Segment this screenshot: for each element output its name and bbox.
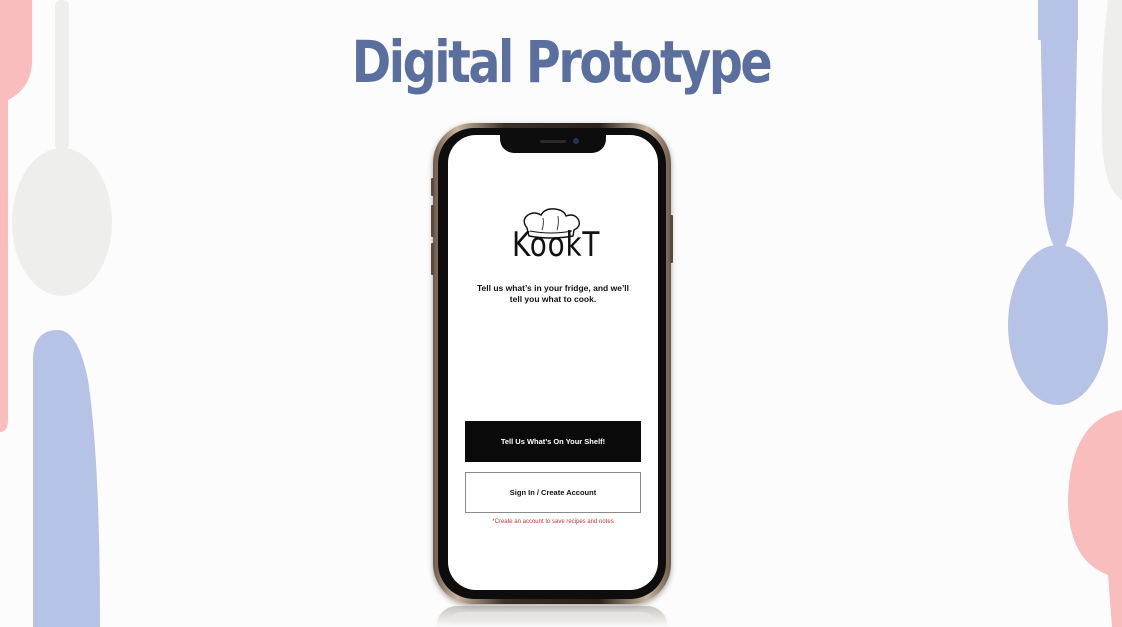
sign-in-button[interactable]: Sign In / Create Account: [465, 472, 641, 513]
volume-button: [431, 243, 434, 275]
spoon-icon: [1068, 410, 1122, 627]
speaker-grille: [540, 140, 566, 143]
tagline-line: Tell us what’s in your fridge, and we’ll: [476, 283, 630, 293]
account-note: *Create an account to save recipes and n…: [492, 519, 614, 525]
shelf-input-button[interactable]: Tell Us What’s On Your Shelf!: [465, 421, 641, 462]
spoon-icon: [1008, 0, 1108, 405]
app-tagline: Tell us what’s in your fridge, and we’ll…: [468, 283, 638, 305]
slide-title: Digital Prototype: [351, 28, 773, 96]
volume-button: [431, 178, 434, 196]
camera-icon: [573, 138, 579, 144]
app-logo-text: KookT: [512, 225, 601, 265]
tagline-line: tell you what to cook.: [509, 294, 597, 304]
spoon-icon: [1101, 0, 1122, 200]
phone-notch: [500, 133, 606, 153]
volume-button: [431, 205, 434, 237]
phone-reflection-screen: [447, 612, 657, 627]
knife-icon: [33, 330, 100, 627]
power-button: [670, 215, 673, 263]
